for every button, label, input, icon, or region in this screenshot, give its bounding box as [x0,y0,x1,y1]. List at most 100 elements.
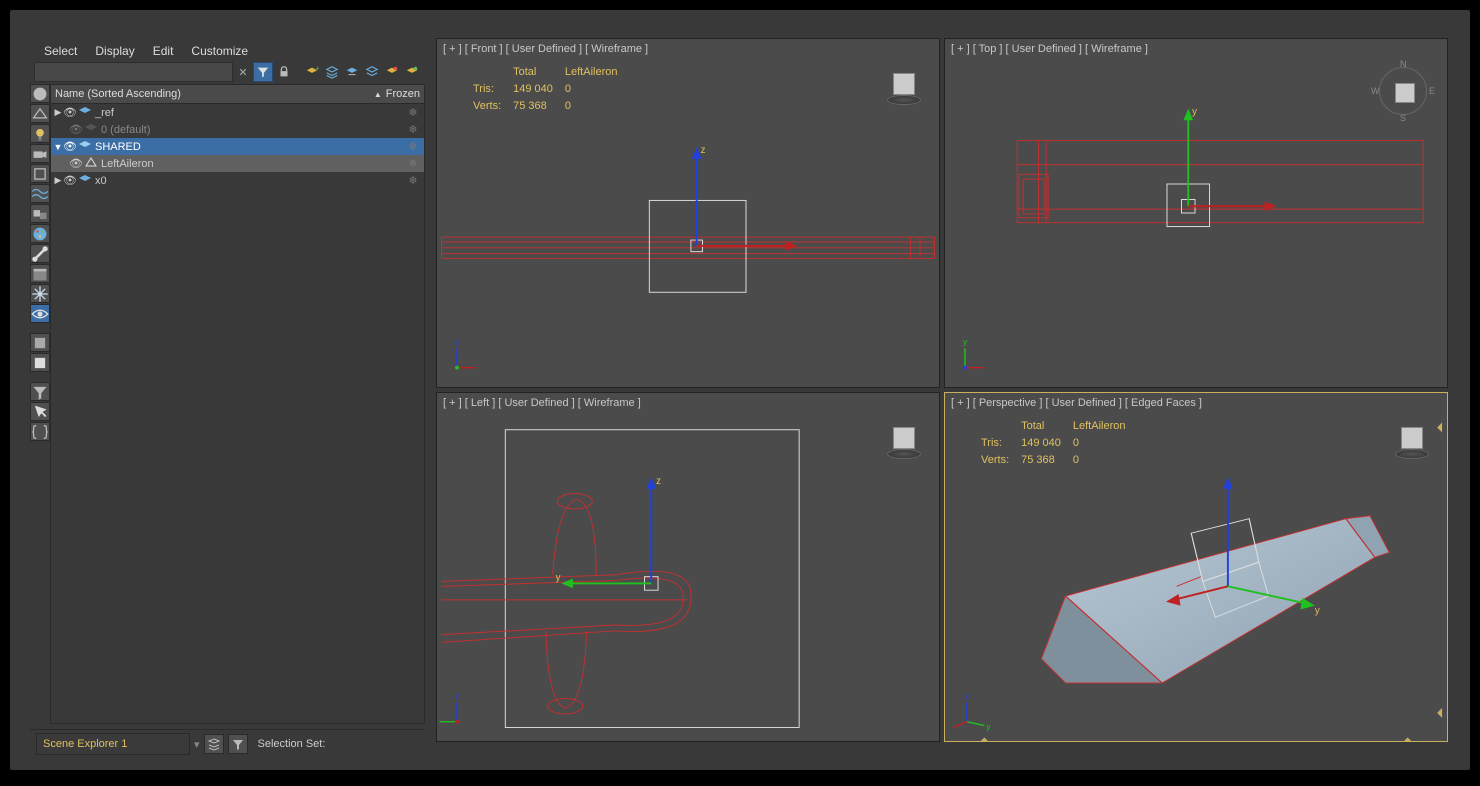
frozen-icon[interactable]: ❄ [404,123,422,136]
viewport-label[interactable]: [ + ] [ Left ] [ User Defined ] [ Wirefr… [443,397,641,409]
viewport-left[interactable]: [ + ] [ Left ] [ User Defined ] [ Wirefr… [436,392,940,742]
footer-layers-icon[interactable] [204,734,224,754]
tool-blank2-icon[interactable] [30,353,50,372]
tool-mesh-icon[interactable] [30,104,50,123]
tool-sphere-icon[interactable] [30,84,50,103]
tool-helper-icon[interactable] [30,164,50,183]
tree-row-x0[interactable]: ▶ 👁 x0 ❄ [51,172,424,189]
tree-label: SHARED [93,141,404,153]
tree[interactable]: ▶ 👁 _ref ❄ 👁 0 (default) ❄ ▼ � [50,104,425,724]
visibility-icon[interactable]: 👁 [63,174,77,187]
tool-brace-icon[interactable] [30,422,50,441]
filter-toggle-icon[interactable] [253,62,273,82]
filter-row: ✕ + [30,60,425,84]
tool-paint-icon[interactable] [30,224,50,243]
tree-row-aileron[interactable]: 👁 LeftAileron ❄ [51,155,424,172]
svg-text:z: z [656,476,661,487]
visibility-icon[interactable]: 👁 [69,123,83,136]
frozen-icon[interactable]: ❄ [404,174,422,187]
lock-icon[interactable] [275,63,293,81]
selection-set-label: Selection Set: [258,738,326,750]
tool-group-icon[interactable] [30,204,50,223]
explorer-title[interactable]: Scene Explorer 1 [36,733,190,755]
expand-icon[interactable]: ▶ [53,175,63,186]
clear-filter-icon[interactable]: ✕ [235,64,251,80]
viewcube-icon[interactable] [883,67,923,107]
tool-funnel-icon[interactable] [30,382,50,401]
tool-wave-icon[interactable] [30,184,50,203]
viewcube-icon[interactable] [1391,421,1431,461]
new-layer-icon[interactable]: + [303,63,321,81]
viewport-label[interactable]: [ + ] [ Top ] [ User Defined ] [ Wirefra… [951,43,1148,55]
svg-text:y: y [963,336,968,346]
explorer-footer: Scene Explorer 1 ▾ Selection Set: [30,729,425,758]
svg-text:z: z [701,145,706,156]
layer-icon [77,174,93,187]
tool-eye-icon[interactable] [30,304,50,323]
layer-action3-icon[interactable] [383,63,401,81]
menu-customize[interactable]: Customize [191,44,248,58]
svg-text:y: y [1315,605,1320,616]
compass-w: W [1371,86,1380,96]
menu-select[interactable]: Select [44,44,77,58]
visibility-icon[interactable]: 👁 [69,157,83,170]
frozen-icon[interactable]: ❄ [404,157,422,170]
expand-icon[interactable]: ▶ [53,107,63,118]
svg-text:y: y [556,573,561,584]
viewport-front[interactable]: [ + ] [ Front ] [ User Defined ] [ Wiref… [436,38,940,388]
svg-text:z: z [455,690,459,700]
left-viewport-canvas: z y z [437,393,939,741]
tool-select-icon[interactable] [30,402,50,421]
svg-text:z: z [455,336,459,346]
viewport-top[interactable]: [ + ] [ Top ] [ User Defined ] [ Wirefra… [944,38,1448,388]
viewport-perspective[interactable]: [ + ] [ Perspective ] [ User Defined ] [… [944,392,1448,742]
scene-explorer-panel: Select Display Edit Customize ✕ + [30,40,425,758]
app-window: Select Display Edit Customize ✕ + [10,10,1470,770]
tool-blank1-icon[interactable] [30,333,50,352]
tree-label: x0 [93,175,404,187]
viewcube-icon[interactable] [883,421,923,461]
visibility-icon[interactable]: 👁 [63,106,77,119]
layers-icon[interactable] [323,63,341,81]
tree-label: 0 (default) [99,124,404,136]
tree-row-ref[interactable]: ▶ 👁 _ref ❄ [51,104,424,121]
mesh-icon [83,156,99,171]
layer-action2-icon[interactable] [363,63,381,81]
tree-row-default[interactable]: 👁 0 (default) ❄ [51,121,424,138]
tree-label: _ref [93,107,404,119]
explorer-menu-bar: Select Display Edit Customize [30,40,425,60]
frozen-icon[interactable]: ❄ [404,140,422,153]
tree-row-shared[interactable]: ▼ 👁 SHARED ❄ [51,138,424,155]
filter-input[interactable] [34,62,233,82]
menu-edit[interactable]: Edit [153,44,174,58]
tool-light-icon[interactable] [30,124,50,143]
tree-header-name: Name (Sorted Ascending) [55,88,181,100]
compass-e: E [1429,86,1435,96]
explorer-body: Name (Sorted Ascending) ▲ Frozen ▶ 👁 _re… [30,84,425,724]
frozen-icon[interactable]: ❄ [404,106,422,119]
stats-overlay: TotalLeftAileron Tris:149 0400 Verts:75 … [979,417,1137,470]
compass-n: N [1400,59,1407,69]
svg-text:y: y [986,721,991,731]
tree-area: Name (Sorted Ascending) ▲ Frozen ▶ 👁 _re… [50,84,425,724]
viewcube-compass-icon[interactable]: N S E W [1373,61,1433,121]
viewport-label[interactable]: [ + ] [ Front ] [ User Defined ] [ Wiref… [443,43,648,55]
layer-icon [77,106,93,119]
svg-text:z: z [965,690,969,700]
tool-bone-icon[interactable] [30,244,50,263]
tool-snow-icon[interactable] [30,284,50,303]
layer-action4-icon[interactable] [403,63,421,81]
layer-icon [77,140,93,153]
menu-display[interactable]: Display [95,44,134,58]
svg-text:y: y [1192,106,1197,117]
compass-s: S [1400,113,1406,123]
visibility-icon[interactable]: 👁 [63,140,77,153]
collapse-icon[interactable]: ▼ [53,142,63,152]
sort-asc-icon: ▲ [374,90,382,99]
layer-action1-icon[interactable] [343,63,361,81]
viewport-label[interactable]: [ + ] [ Perspective ] [ User Defined ] [… [951,397,1202,409]
tree-header[interactable]: Name (Sorted Ascending) ▲ Frozen [50,84,425,104]
tool-container-icon[interactable] [30,264,50,283]
footer-filter-icon[interactable] [228,734,248,754]
tool-camera-icon[interactable] [30,144,50,163]
